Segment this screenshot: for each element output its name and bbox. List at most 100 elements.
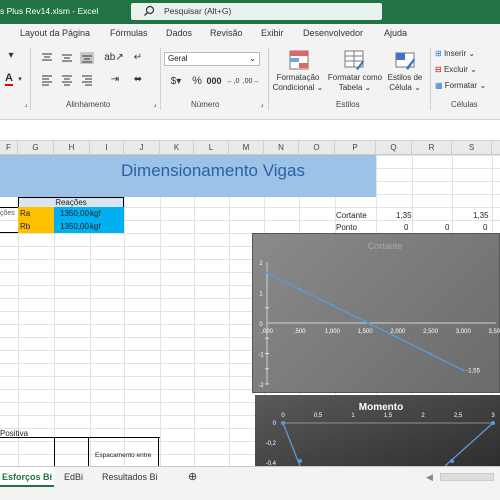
window-title: s Plus Rev14.xlsm - Excel xyxy=(0,6,99,16)
format-button[interactable]: ▦ Formatar ⌄ xyxy=(435,81,500,91)
cells-group-label: Células xyxy=(451,100,478,109)
column-header[interactable]: P xyxy=(335,141,376,155)
column-header[interactable]: N xyxy=(264,141,299,155)
format-as-table-icon xyxy=(344,50,364,70)
tab-review[interactable]: Revisão xyxy=(210,28,243,38)
column-header[interactable]: Q xyxy=(376,141,412,155)
orientation-icon[interactable]: ab↗ xyxy=(104,50,124,64)
data-point xyxy=(298,459,302,463)
tab-data[interactable]: Dados xyxy=(166,28,192,38)
column-header[interactable]: L xyxy=(194,141,229,155)
rb-label[interactable]: Rb xyxy=(18,220,54,233)
font-size-dropdown[interactable]: ▾ xyxy=(0,48,22,62)
rb-cell[interactable]: 1350,00 kgf xyxy=(54,220,124,233)
decrease-decimal-icon[interactable]: ,00→ xyxy=(243,74,260,88)
x-tick-label: 0 xyxy=(281,413,285,419)
number-group-label: Número xyxy=(191,100,220,109)
conditional-formatting-button[interactable]: Formatação Condicional ⌄ xyxy=(270,73,326,93)
font-color-dropdown-icon[interactable]: ▾ xyxy=(16,72,24,86)
cell-styles-button[interactable]: Estilos de Célula ⌄ xyxy=(384,73,426,93)
merge-center-icon[interactable]: ⬌ xyxy=(128,72,148,86)
y-tick-label: -2 xyxy=(258,383,264,389)
separator xyxy=(160,48,161,110)
column-header[interactable]: K xyxy=(160,141,194,155)
vertical-align-icons[interactable] xyxy=(40,52,96,64)
x-tick-label: 1,000 xyxy=(325,329,341,335)
column-header[interactable]: F xyxy=(0,141,18,155)
data-point xyxy=(491,421,495,425)
tab-page-layout[interactable]: Layout da Página xyxy=(20,28,90,38)
currency-icon[interactable]: $▾ xyxy=(164,74,188,88)
ra-unit: kgf xyxy=(90,209,101,218)
font-dialog-launcher-icon[interactable]: ⌟ xyxy=(22,100,30,108)
y-tick-label: 0 xyxy=(259,322,263,328)
column-header[interactable]: G xyxy=(18,141,54,155)
alignment-dialog-launcher-icon[interactable]: ⌟ xyxy=(151,100,159,108)
delete-button[interactable]: ⊟ Excluir ⌄ xyxy=(435,65,495,75)
data-point xyxy=(265,271,269,274)
gridline xyxy=(229,155,230,466)
sheet-title-band[interactable]: Dimensionamento Vigas xyxy=(0,155,376,197)
y-tick-label: 2 xyxy=(259,261,263,267)
reactions-header[interactable]: Reações xyxy=(18,197,124,207)
search-box[interactable]: Pesquisar (Alt+G) xyxy=(131,3,382,20)
column-header[interactable]: O xyxy=(299,141,335,155)
row-label[interactable]: ções xyxy=(0,207,18,220)
data-point xyxy=(298,287,302,291)
ra-value: 1350,00 xyxy=(60,209,89,218)
tab-formulas[interactable]: Fórmulas xyxy=(110,28,148,38)
x-tick-label: 1,500 xyxy=(358,329,374,335)
column-header[interactable]: S xyxy=(452,141,492,155)
wrap-text-icon[interactable]: ↵ xyxy=(128,50,148,64)
y-tick-label: 1 xyxy=(259,292,263,298)
horizontal-align-icons[interactable] xyxy=(40,74,96,86)
separator xyxy=(268,48,269,110)
table-border xyxy=(88,437,89,466)
number-format-dropdown[interactable]: Geral ⌄ xyxy=(164,52,260,66)
y-tick-label: -1 xyxy=(258,353,264,359)
y-tick-label: 0 xyxy=(273,421,277,427)
formula-bar-area xyxy=(0,120,500,141)
indent-icon[interactable]: ⇥ xyxy=(108,72,122,86)
tab-esforcos-bi[interactable]: Esforços Bi xyxy=(0,467,54,487)
add-sheet-icon[interactable]: ⊕ xyxy=(188,467,197,487)
tab-resultados-bi[interactable]: Resultados Bi xyxy=(102,467,158,487)
number-dialog-launcher-icon[interactable]: ⌟ xyxy=(258,100,266,108)
tab-help[interactable]: Ajuda xyxy=(384,28,407,38)
format-as-table-button[interactable]: Formatar como Tabela ⌄ xyxy=(326,73,384,93)
search-icon xyxy=(144,5,155,16)
data-point xyxy=(331,303,334,307)
data-point xyxy=(363,320,367,323)
x-tick-label: 3 xyxy=(491,413,495,419)
column-header[interactable]: H xyxy=(54,141,90,155)
column-header[interactable]: J xyxy=(124,141,160,155)
ra-cell[interactable]: 1350,00 kgf xyxy=(54,207,124,220)
ribbon: ▾ A ▾ ⌟ ab↗ ⇥ ↵ ⬌ Alinhamento ⌟ Geral ⌄ $… xyxy=(0,44,500,120)
percent-button[interactable]: % xyxy=(190,74,204,88)
y-tick-label: -0,2 xyxy=(266,441,277,447)
column-header[interactable]: M xyxy=(229,141,264,155)
thousands-separator-button[interactable]: 000 xyxy=(205,74,223,88)
data-point xyxy=(281,421,285,425)
momento-chart[interactable]: Momento 0 0,5 1 1,5 2 2,5 3 0 -0,2 -0,4 xyxy=(255,395,500,467)
table-border xyxy=(158,437,159,466)
tab-edbi[interactable]: EdBi xyxy=(64,467,83,487)
data-point xyxy=(429,352,432,356)
x-tick-label: 0,5 xyxy=(314,413,323,419)
cortante-chart[interactable]: Cortante 2 1 0 -1 -2 ,000 ,500 1,000 1,500 2,000 2… xyxy=(252,233,500,393)
horizontal-scrollbar[interactable] xyxy=(440,473,494,481)
ribbon-tabs: Layout da Página Fórmulas Dados Revisão … xyxy=(0,24,500,44)
column-header[interactable]: R xyxy=(412,141,452,155)
x-tick-label: 1,5 xyxy=(384,413,393,419)
chevron-down-icon: ⌄ xyxy=(249,54,256,63)
font-color-button[interactable]: A xyxy=(2,72,16,86)
espacamento-label[interactable]: Espacamento entre xyxy=(95,452,151,460)
x-tick-label: 3,000 xyxy=(456,329,472,335)
scroll-left-icon[interactable]: ◀ xyxy=(426,467,433,487)
column-header[interactable]: I xyxy=(90,141,124,155)
increase-decimal-icon[interactable]: ←,0 xyxy=(226,74,240,88)
tab-developer[interactable]: Desenvolvedor xyxy=(303,28,363,38)
ra-label[interactable]: Ra xyxy=(18,207,54,220)
tab-view[interactable]: Exibir xyxy=(261,28,284,38)
insert-button[interactable]: ⊞ Inserir ⌄ xyxy=(435,49,495,59)
